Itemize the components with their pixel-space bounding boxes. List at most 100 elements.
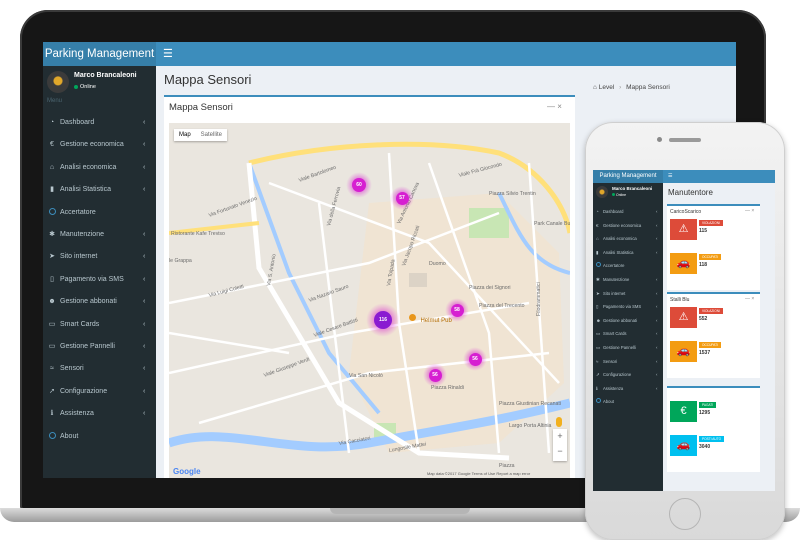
sensor-cluster[interactable]: 57 — [395, 191, 409, 205]
mobile-sidebar-icon: ➚ — [596, 372, 600, 378]
mobile-sidebar-item[interactable]: About — [593, 395, 663, 409]
mobile-card-tools[interactable]: — × — [745, 296, 754, 302]
sidebar-item-smart-cards[interactable]: ▭ Smart Cards ‹ — [43, 314, 156, 336]
phone-camera — [657, 137, 662, 142]
mobile-sidebar-label: Analisi Statistica — [603, 249, 634, 255]
mobile-sidebar-label: Sensori — [603, 358, 618, 364]
info-icon: ℹ — [50, 410, 54, 418]
mobile-sidebar-icon: ⌂ — [596, 236, 599, 242]
street-view-pegman-icon[interactable] — [556, 417, 562, 427]
sensor-cluster[interactable]: 60 — [352, 178, 366, 192]
mobile-brand-logo[interactable]: Parking Management — [593, 170, 663, 183]
euro-icon: € — [670, 401, 697, 422]
sidebar-item-accertatore[interactable]: Accertatore — [43, 202, 156, 224]
mobile-sidebar-item[interactable]: ⌂ Analisi economica ‹ — [593, 232, 663, 246]
sidebar-item-dashboard[interactable]: ◔ Dashboard ‹ — [43, 112, 156, 134]
bank-icon: ⌂ — [49, 163, 55, 171]
mobile-sidebar-item[interactable]: ➚ Configurazione ‹ — [593, 368, 663, 382]
stat-value: 118 — [699, 262, 708, 268]
mobile-sidebar-item[interactable]: ▯ Pagamento via SMS ‹ — [593, 300, 663, 314]
sidebar-item-configurazione[interactable]: ➚ Configurazione ‹ — [43, 381, 156, 403]
mobile-sidebar-item[interactable]: ◔ Dashboard ‹ — [593, 205, 663, 219]
car-icon: 🚗 — [670, 341, 697, 362]
zoom-control: + − — [553, 429, 567, 461]
google-logo-text: Google — [173, 467, 201, 476]
map-street-label: Piazza Giustinian Recanati — [499, 401, 561, 407]
chevron-left-icon: ‹ — [656, 222, 658, 228]
sensor-cluster[interactable]: 116 — [374, 311, 392, 329]
sidebar-item-sensori[interactable]: ≈ Sensori ‹ — [43, 358, 156, 380]
laptop-notch — [330, 508, 470, 514]
zoom-in-button[interactable]: + — [553, 429, 567, 444]
mobile-sidebar-item[interactable]: ≈ Sensori ‹ — [593, 355, 663, 369]
sidebar-item-label: Smart Cards — [60, 320, 100, 328]
mobile-card-title: Stalli Blu — [670, 297, 690, 303]
chevron-left-icon: ‹ — [656, 290, 658, 296]
mobile-sidebar-label: Assistenza — [603, 385, 624, 391]
mobile-sidebar-label: Pagamento via SMS — [603, 304, 642, 310]
map-copyright[interactable]: Map data ©2017 Google Terms of Use Repor… — [427, 471, 530, 476]
dashboard-icon: ◔ — [49, 119, 55, 126]
stat-value: 1295 — [699, 410, 711, 416]
mobile-sidebar-icon: ≈ — [596, 358, 599, 364]
sidebar-item-analisi-statistica[interactable]: ▮ Analisi Statistica ‹ — [43, 179, 156, 201]
sidebar-item-assistenza[interactable]: ℹ Assistenza ‹ — [43, 403, 156, 425]
chevron-left-icon: ‹ — [656, 345, 658, 350]
phone-frame: Parking Management ☰ Marco Brancaleoni O… — [585, 122, 785, 540]
wifi-icon: ≈ — [50, 365, 54, 373]
mobile-sidebar-item[interactable]: € Gestione economica ‹ — [593, 219, 663, 233]
mobile-stat-card: Stalli Blu — × ⚠ VIOLAZIONI 552 🚗 OCCUPATI 1537 — [667, 292, 760, 378]
mobile-sidebar-item[interactable]: ▭ Smart Cards ‹ — [593, 327, 663, 341]
mobile-sidebar-icon: ➤ — [596, 290, 600, 296]
mobile-sidebar-label: Gestione Pannelli — [603, 345, 636, 350]
map-type-map-button[interactable]: Map — [174, 129, 196, 141]
stat-badge: OCCUPATI — [699, 254, 721, 260]
mobile-sidebar-icon: ▮ — [596, 249, 599, 255]
chevron-left-icon: ‹ — [656, 236, 658, 242]
chevron-left-icon: ‹ — [143, 365, 146, 373]
online-dot-icon — [74, 84, 78, 89]
map-street-label: Ristorante Kafe Treviso — [171, 231, 225, 237]
sensor-cluster[interactable]: 58 — [450, 303, 464, 317]
sensor-cluster[interactable]: 56 — [428, 368, 442, 382]
mobile-navbar: Parking Management ☰ — [593, 170, 775, 183]
zoom-out-button[interactable]: − — [553, 444, 567, 459]
sidebar-item-label: Accertatore — [60, 208, 96, 216]
sensor-map[interactable]: Viale Bartolomeo Via Fortunato Venezio Via… — [169, 123, 570, 478]
mobile-sidebar-item[interactable]: ☻ Gestione abbonati ‹ — [593, 314, 663, 328]
mobile-sidebar-label: Configurazione — [603, 372, 632, 378]
brand-logo[interactable]: Parking Management — [43, 42, 156, 66]
mobile-sidebar-icon: ▯ — [596, 304, 599, 310]
sidebar-item-pagamento-via-sms[interactable]: ▯ Pagamento via SMS ‹ — [43, 269, 156, 291]
sidebar-item-gestione-pannelli[interactable]: ▭ Gestione Pannelli ‹ — [43, 336, 156, 358]
mobile-sidebar-item[interactable]: ▮ Analisi Statistica ‹ — [593, 246, 663, 260]
breadcrumb-home[interactable]: Level — [599, 84, 615, 91]
mobile-sidebar-toggle-icon[interactable]: ☰ — [668, 170, 672, 183]
phone-home-button[interactable] — [669, 498, 701, 530]
map-type-satellite-button[interactable]: Satellite — [196, 129, 227, 141]
sidebar-item-sito-internet[interactable]: ➤ Sito internet ‹ — [43, 246, 156, 268]
mobile-sidebar-item[interactable]: ℹ Assistenza ‹ — [593, 382, 663, 396]
sidebar-item-manutenzione[interactable]: ✱ Manutenzione ‹ — [43, 224, 156, 246]
mobile-card-tools[interactable]: — × — [745, 208, 754, 214]
stat-badge: PAGATI — [699, 402, 717, 408]
mobile-sidebar-item[interactable]: ▭ Gestione Pannelli ‹ — [593, 341, 663, 355]
chevron-left-icon: ‹ — [656, 304, 658, 310]
chevron-left-icon: ‹ — [143, 275, 146, 283]
box-tools[interactable]: — × — [547, 102, 562, 111]
poi-helmut-pub[interactable]: Helmut Pub — [409, 309, 452, 327]
sidebar-toggle-icon[interactable]: ☰ — [163, 42, 173, 66]
sensor-cluster[interactable]: 56 — [468, 352, 482, 366]
mobile-sidebar-item[interactable]: Accertatore — [593, 259, 663, 273]
bar-chart-icon: ▮ — [50, 186, 54, 194]
chevron-left-icon: ‹ — [656, 385, 658, 391]
sidebar-item-label: Analisi Statistica — [60, 186, 111, 194]
sidebar-item-gestione-economica[interactable]: € Gestione economica ‹ — [43, 134, 156, 156]
sidebar-item-analisi-economica[interactable]: ⌂ Analisi economica ‹ — [43, 157, 156, 179]
mobile-sidebar-item[interactable]: ✱ Manutenzione ‹ — [593, 273, 663, 287]
sidebar-item-about[interactable]: About — [43, 426, 156, 448]
map-street-label: Park Canale Buranelli — [534, 221, 570, 227]
chevron-left-icon: ‹ — [143, 320, 146, 328]
mobile-sidebar-item[interactable]: ➤ Sito internet ‹ — [593, 287, 663, 301]
sidebar-item-gestione-abbonati[interactable]: ☻ Gestione abbonati ‹ — [43, 291, 156, 313]
